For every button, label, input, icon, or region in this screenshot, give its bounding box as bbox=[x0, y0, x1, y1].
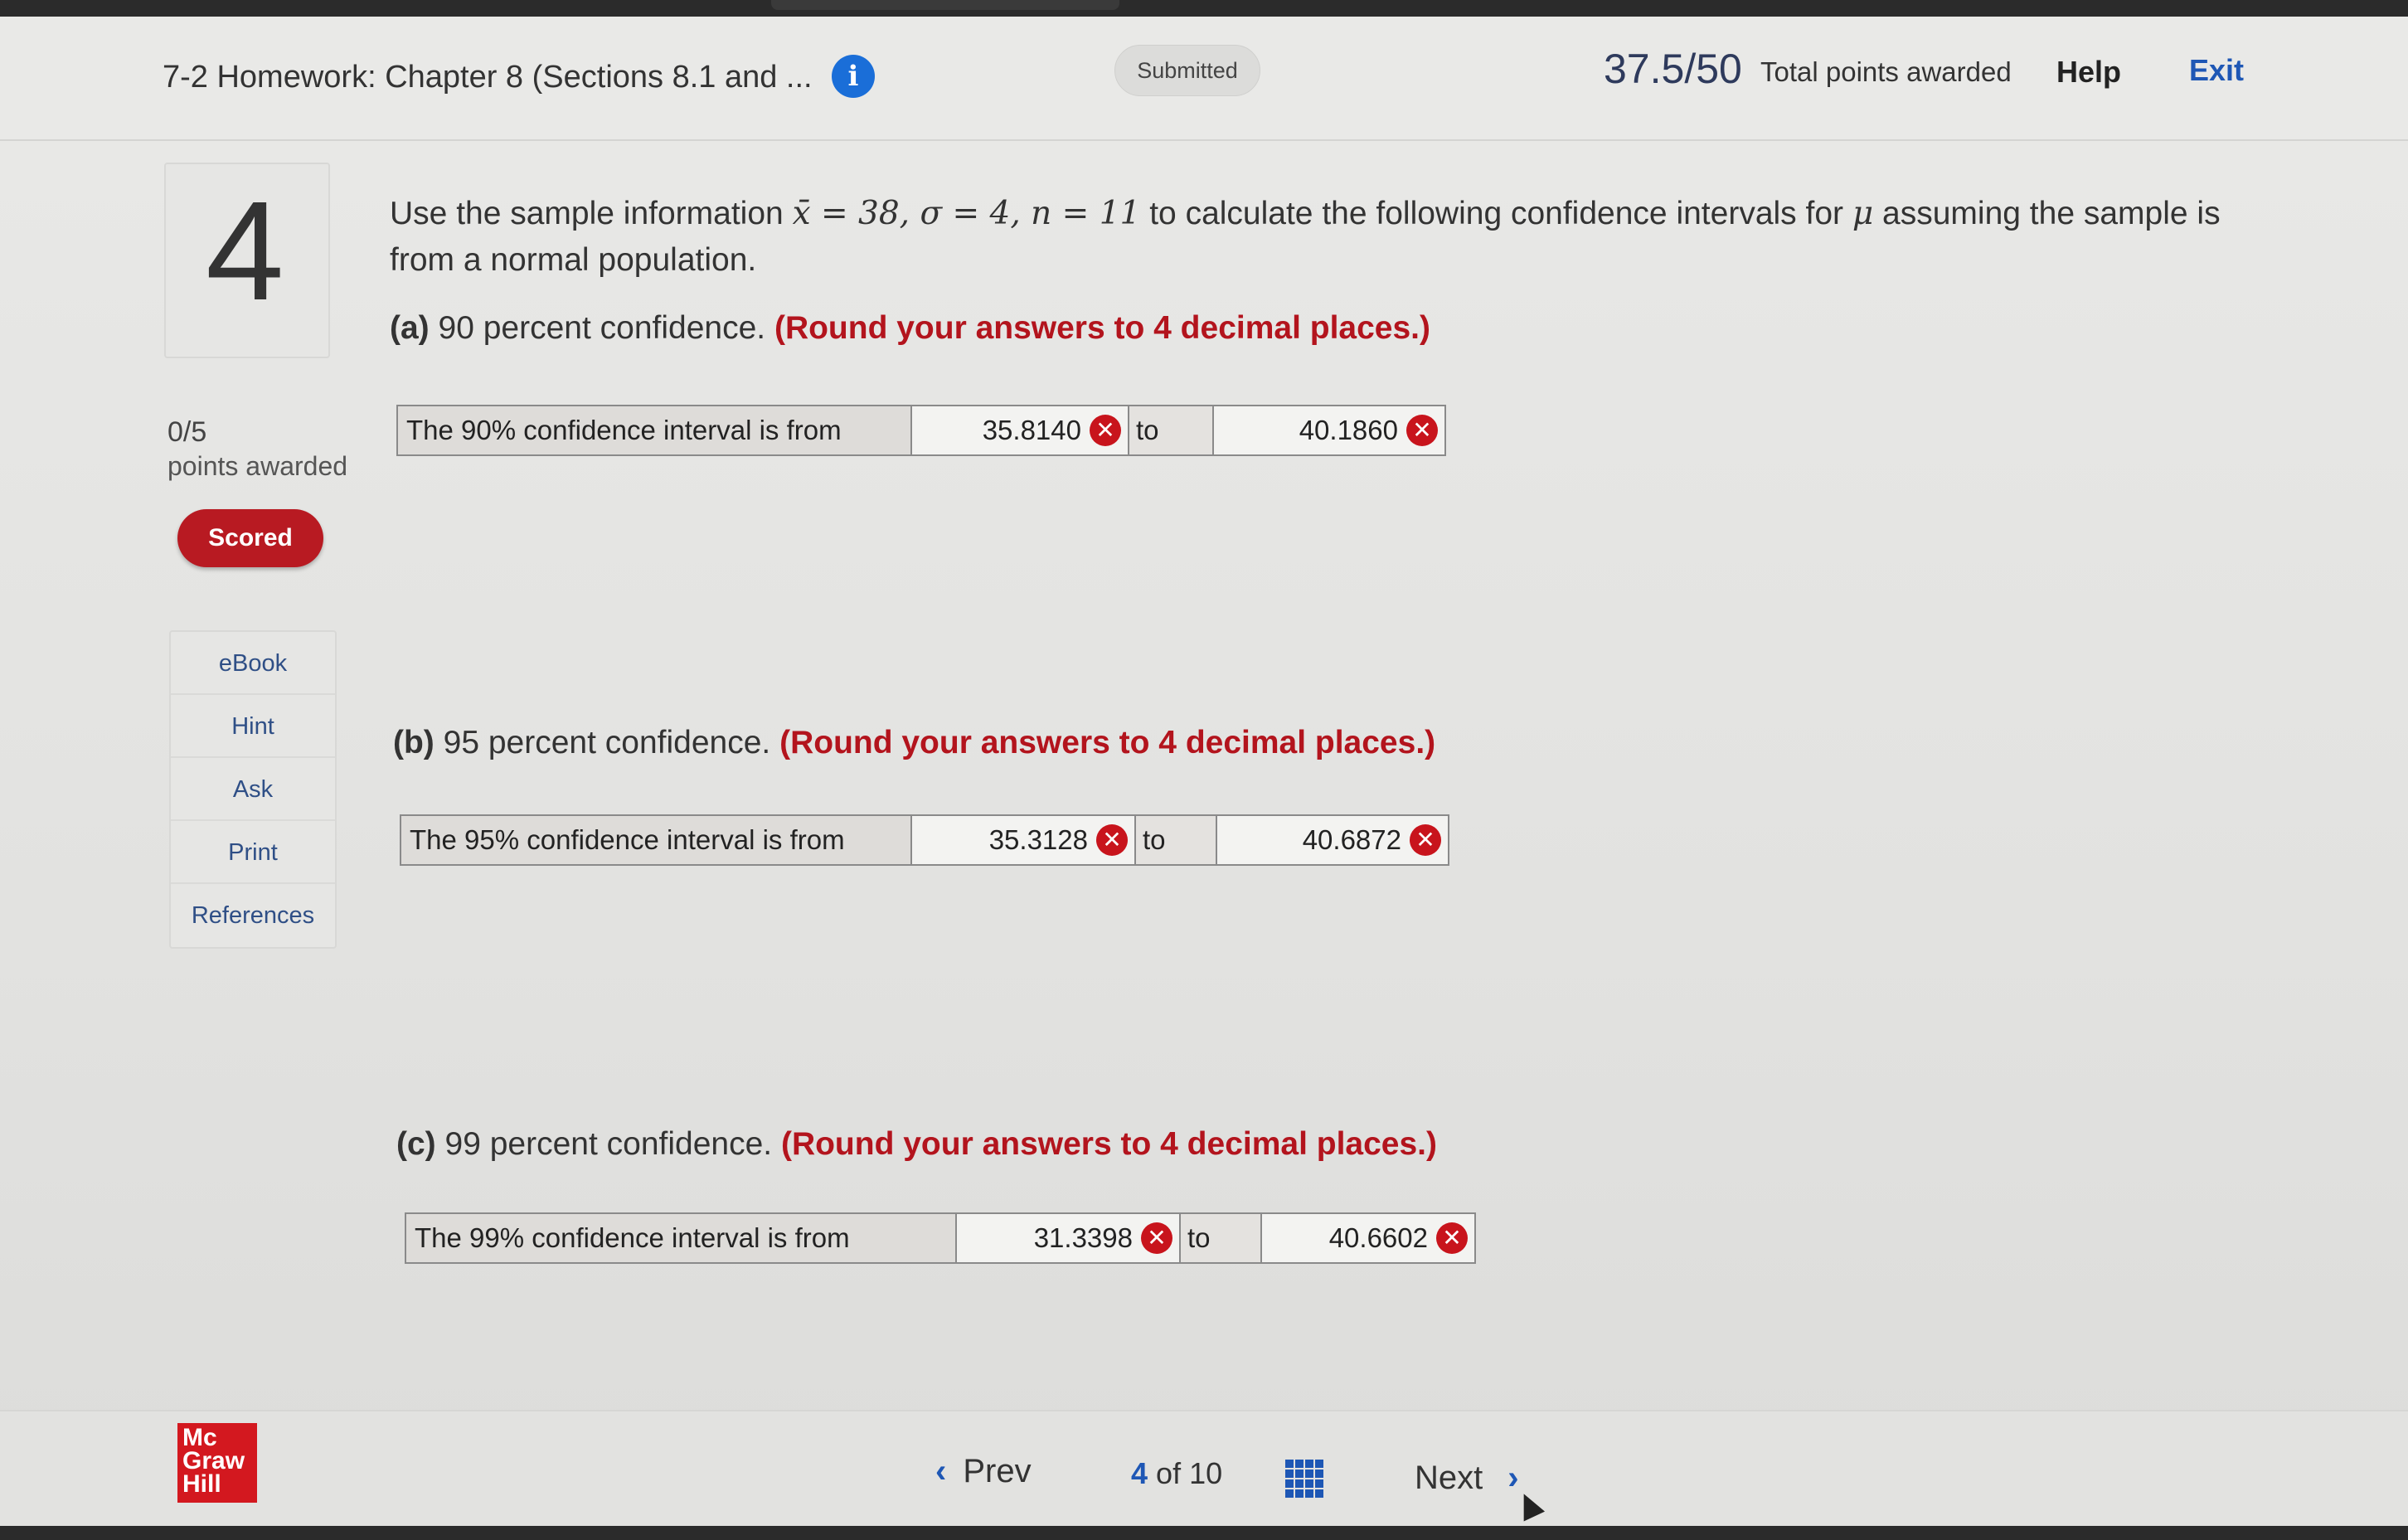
part-c-letter: (c) bbox=[396, 1126, 436, 1162]
ebook-link[interactable]: eBook bbox=[171, 632, 335, 695]
question-number: 4 bbox=[206, 172, 284, 330]
logo-line-1: Mc bbox=[182, 1424, 217, 1451]
part-a-answer-row: The 90% confidence interval is from 35.8… bbox=[396, 405, 1446, 456]
part-b-row-label: The 95% confidence interval is from bbox=[401, 816, 912, 864]
part-c-text: 99 percent confidence. bbox=[435, 1126, 781, 1162]
bottom-bezel bbox=[0, 1526, 2408, 1540]
part-c-prompt: (c) 99 percent confidence. (Round your a… bbox=[396, 1126, 1437, 1163]
stem-prefix: Use the sample information bbox=[390, 196, 793, 231]
logo-line-2: Graw bbox=[182, 1447, 245, 1474]
hint-link[interactable]: Hint bbox=[171, 695, 335, 758]
question-grid-icon[interactable] bbox=[1285, 1460, 1323, 1498]
print-link[interactable]: Print bbox=[171, 821, 335, 884]
part-c-lower-input[interactable]: 31.3398 ✕ bbox=[957, 1214, 1181, 1262]
chevron-right-icon: › bbox=[1507, 1460, 1519, 1496]
prev-label: Prev bbox=[963, 1453, 1032, 1489]
total-score-label: Total points awarded bbox=[1760, 56, 2012, 87]
part-a-row-label: The 90% confidence interval is from bbox=[398, 406, 912, 454]
part-b-letter: (b) bbox=[393, 725, 435, 760]
part-a-to-label: to bbox=[1129, 406, 1214, 454]
part-b-upper-value: 40.6872 bbox=[1302, 824, 1401, 855]
part-c-lower-value: 31.3398 bbox=[1033, 1222, 1133, 1253]
total-score: 37.5/50 bbox=[1604, 46, 1742, 92]
part-a-instruction: (Round your answers to 4 decimal places.… bbox=[774, 310, 1430, 346]
total-pages: 10 bbox=[1189, 1456, 1223, 1490]
assignment-header: 7-2 Homework: Chapter 8 (Sections 8.1 an… bbox=[0, 17, 2408, 141]
homework-screen: 7-2 Homework: Chapter 8 (Sections 8.1 an… bbox=[0, 0, 2408, 1540]
part-a-upper-value: 40.1860 bbox=[1299, 415, 1398, 445]
part-b-lower-input[interactable]: 35.3128 ✕ bbox=[912, 816, 1136, 864]
assignment-title: 7-2 Homework: Chapter 8 (Sections 8.1 an… bbox=[163, 60, 813, 95]
ask-link[interactable]: Ask bbox=[171, 758, 335, 821]
part-b-answer-row: The 95% confidence interval is from 35.3… bbox=[400, 814, 1449, 866]
question-stem: Use the sample information x̄ = 38, σ = … bbox=[390, 191, 2247, 284]
wrong-answer-icon: ✕ bbox=[1090, 415, 1121, 446]
wrong-answer-icon: ✕ bbox=[1410, 824, 1441, 856]
page-of-label: of bbox=[1156, 1456, 1182, 1490]
question-tools-menu: eBook Hint Ask Print References bbox=[169, 630, 337, 949]
next-label: Next bbox=[1415, 1460, 1483, 1496]
status-badge: Submitted bbox=[1114, 45, 1260, 96]
part-b-prompt: (b) 95 percent confidence. (Round your a… bbox=[393, 725, 1435, 761]
stem-middle: to calculate the following confidence in… bbox=[1140, 196, 1852, 231]
current-page: 4 bbox=[1131, 1456, 1148, 1490]
points-value: 0/5 bbox=[167, 416, 207, 448]
page-indicator: 4 of 10 bbox=[1131, 1456, 1222, 1491]
part-c-to-label: to bbox=[1181, 1214, 1262, 1262]
scored-badge: Scored bbox=[177, 509, 323, 567]
part-b-instruction: (Round your answers to 4 decimal places.… bbox=[779, 725, 1436, 760]
wrong-answer-icon: ✕ bbox=[1096, 824, 1128, 856]
part-a-upper-input[interactable]: 40.1860 ✕ bbox=[1214, 406, 1444, 454]
part-b-lower-value: 35.3128 bbox=[988, 824, 1088, 855]
part-b-text: 95 percent confidence. bbox=[434, 725, 780, 760]
wrong-answer-icon: ✕ bbox=[1436, 1222, 1468, 1254]
exit-link[interactable]: Exit bbox=[2189, 53, 2244, 88]
part-c-instruction: (Round your answers to 4 decimal places.… bbox=[780, 1126, 1437, 1162]
points-label: points awarded bbox=[167, 451, 348, 481]
part-c-answer-row: The 99% confidence interval is from 31.3… bbox=[405, 1212, 1476, 1264]
part-b-to-label: to bbox=[1136, 816, 1217, 864]
next-button[interactable]: Next › bbox=[1415, 1460, 1519, 1497]
part-a-lower-input[interactable]: 35.8140 ✕ bbox=[912, 406, 1129, 454]
part-a-prompt: (a) 90 percent confidence. (Round your a… bbox=[390, 310, 1430, 347]
help-link[interactable]: Help bbox=[2056, 55, 2121, 90]
stem-variables: x̄ = 38, σ = 4, n = 11 bbox=[792, 195, 1141, 232]
logo-line-3: Hill bbox=[182, 1470, 221, 1498]
stem-mu: μ bbox=[1852, 195, 1874, 232]
prev-button[interactable]: ‹ Prev bbox=[935, 1453, 1032, 1490]
browser-tab[interactable] bbox=[771, 0, 1119, 10]
part-a-letter: (a) bbox=[390, 310, 430, 346]
part-c-upper-input[interactable]: 40.6602 ✕ bbox=[1262, 1214, 1474, 1262]
part-c-row-label: The 99% confidence interval is from bbox=[406, 1214, 957, 1262]
part-c-upper-value: 40.6602 bbox=[1328, 1222, 1428, 1253]
references-link[interactable]: References bbox=[171, 884, 335, 947]
browser-top-bar bbox=[0, 0, 2408, 17]
wrong-answer-icon: ✕ bbox=[1141, 1222, 1172, 1254]
mcgraw-hill-logo: Mc Graw Hill bbox=[177, 1423, 257, 1503]
part-b-upper-input[interactable]: 40.6872 ✕ bbox=[1217, 816, 1448, 864]
info-icon[interactable]: i bbox=[832, 55, 875, 98]
chevron-left-icon: ‹ bbox=[935, 1453, 947, 1489]
part-a-text: 90 percent confidence. bbox=[429, 310, 774, 346]
part-a-lower-value: 35.8140 bbox=[982, 415, 1081, 445]
wrong-answer-icon: ✕ bbox=[1406, 415, 1438, 446]
